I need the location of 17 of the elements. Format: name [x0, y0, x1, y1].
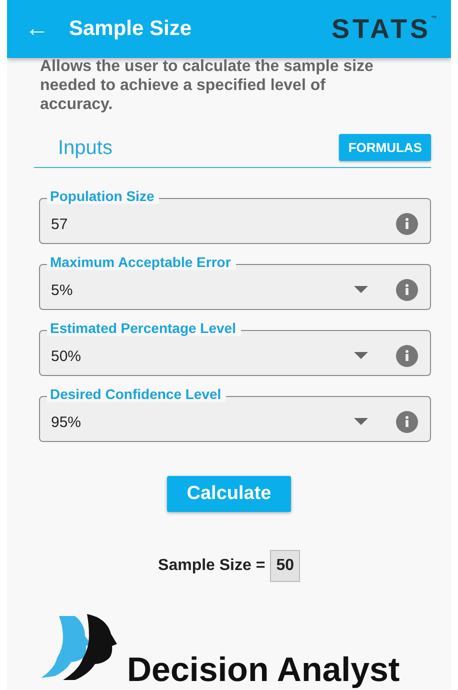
field-label: Population Size	[47, 188, 160, 204]
result-label: Sample Size =	[158, 557, 266, 575]
info-icon[interactable]	[396, 411, 418, 433]
field-label: Maximum Acceptable Error	[47, 254, 236, 270]
description-text: Allows the user to calculate the sample size needed to achieve a specified level of accuracy.	[39, 57, 374, 114]
info-icon[interactable]	[396, 345, 418, 367]
field-label: Estimated Percentage Level	[47, 320, 241, 336]
dropdown-caret-icon[interactable]	[354, 286, 368, 294]
dropdown-caret-icon[interactable]	[354, 352, 368, 360]
info-icon[interactable]	[396, 213, 418, 235]
result-value: 50	[270, 550, 300, 582]
section-heading: Inputs	[58, 137, 112, 160]
screen-title: Sample Size	[69, 17, 193, 41]
company-name: Decision Analyst	[127, 651, 400, 690]
field-label: Desired Confidence Level	[47, 386, 226, 402]
info-icon[interactable]	[396, 279, 418, 301]
dropdown-caret-icon[interactable]	[354, 418, 368, 426]
